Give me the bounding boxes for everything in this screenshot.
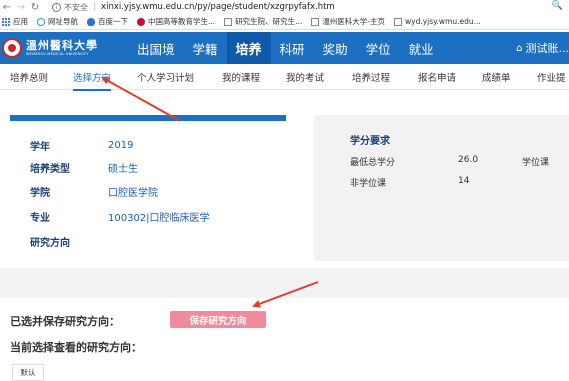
tab-study-plan[interactable]: 个人学习计划 [137,64,194,90]
page-icon [224,17,233,26]
browser-address-bar: ← → ↻ i 不安全 | xinxi.yjsy.wmu.edu.cn/py/p… [0,0,569,14]
non-degree-value: 14 [458,176,470,186]
bookmark-grad-school[interactable]: 研究生院、研究生... [224,16,302,27]
nav-employment[interactable]: 就业 [400,32,443,64]
info-row-training-type: 培养类型 硕士生 [30,164,138,175]
info-row-year: 学年 2019 [30,140,134,153]
reload-icon[interactable]: ↻ [28,0,42,14]
security-indicator[interactable]: i 不安全 [52,2,88,13]
degree-course-label: 学位课 [522,158,550,168]
nav-training[interactable]: 培养 [226,32,271,64]
tab-homework[interactable]: 作业提 [537,64,566,90]
site-header: 溫州醫科大學 WENZHOU MEDICAL UNIVERSITY 出国境 学籍… [0,32,569,64]
default-direction-button[interactable]: 默认 [12,364,44,381]
tab-my-courses[interactable]: 我的课程 [222,64,260,90]
min-total-value: 26.0 [458,155,479,165]
non-degree-label: 非学位课 [350,179,387,189]
saved-direction-label: 已选并保存研究方向： [10,315,120,328]
back-arrow-icon[interactable]: ← [0,0,14,14]
logo-chinese-name: 溫州醫科大學 [26,38,98,52]
university-logo[interactable]: 溫州醫科大學 WENZHOU MEDICAL UNIVERSITY [0,38,128,58]
credit-requirements-panel: 学分要求 最低总学分 26.0 学位课 非学位课 14 [314,115,569,261]
save-direction-button[interactable]: 保存研究方向 [170,311,266,328]
info-row-research-direction: 研究方向 [30,238,70,249]
apps-grid-icon [2,17,10,26]
zoom-icon[interactable]: 🔍 [552,1,563,11]
card-accent-bar [10,115,286,121]
bookmark-chsi[interactable]: 中国高等教育学生... [137,16,215,27]
university-seal-icon [2,38,22,58]
globe-icon [37,17,45,26]
nav-abroad[interactable]: 出国境 [128,32,184,64]
nav-degree[interactable]: 学位 [357,32,400,64]
url-text[interactable]: xinxi.yjsy.wmu.edu.cn/py/page/student/xz… [101,2,335,12]
forward-arrow-icon[interactable]: → [14,0,28,14]
tab-applications[interactable]: 报名申请 [418,64,456,90]
credit-title: 学分要求 [350,136,390,147]
bookmark-baidu[interactable]: 百度一下 [87,16,128,27]
baidu-paw-icon [87,17,95,26]
page-icon [311,17,320,26]
bookmark-nav[interactable]: 网址导航 [37,16,78,27]
home-icon: ⌂ [516,42,523,54]
tab-training-process[interactable]: 培养过程 [352,64,390,90]
info-row-major: 专业 100302|口腔临床医学 [30,213,210,224]
user-menu[interactable]: ⌂ 测试账... [516,32,569,64]
info-icon: i [52,2,61,12]
nav-awards[interactable]: 奖助 [314,32,357,64]
tab-select-direction[interactable]: 选择方向 [73,64,112,91]
info-row-college: 学院 口腔医学院 [30,188,158,199]
url-separator: | [93,2,97,12]
user-name: 测试账... [525,42,569,55]
tab-transcript[interactable]: 成绩单 [482,64,511,90]
min-total-label: 最低总学分 [350,158,396,168]
bookmarks-bar: 应用 网址导航 百度一下 中国高等教育学生... 研究生院、研究生... 温州医… [0,14,569,30]
tab-my-exams[interactable]: 我的考试 [286,64,324,90]
bookmark-wyd[interactable]: wyd.yjsy.wmu.edu... [394,17,481,26]
page-icon [394,17,403,26]
security-label: 不安全 [64,2,88,12]
logo-english-name: WENZHOU MEDICAL UNIVERSITY [26,51,89,56]
current-direction-label: 当前选择查看的研究方向： [10,341,142,354]
bookmark-apps[interactable]: 应用 [2,16,28,27]
bookmark-wmu-home[interactable]: 温州医科大学-主页 [311,16,385,27]
main-nav: 出国境 学籍 培养 科研 奖助 学位 就业 [128,32,443,64]
sub-nav: 培养总则 选择方向 个人学习计划 我的课程 我的考试 培养过程 报名申请 成绩单… [0,64,569,91]
section-divider [0,268,569,298]
nav-student-status[interactable]: 学籍 [184,32,227,64]
tab-general-rules[interactable]: 培养总则 [10,64,48,90]
nav-research[interactable]: 科研 [271,32,314,64]
chsi-icon [137,17,145,26]
